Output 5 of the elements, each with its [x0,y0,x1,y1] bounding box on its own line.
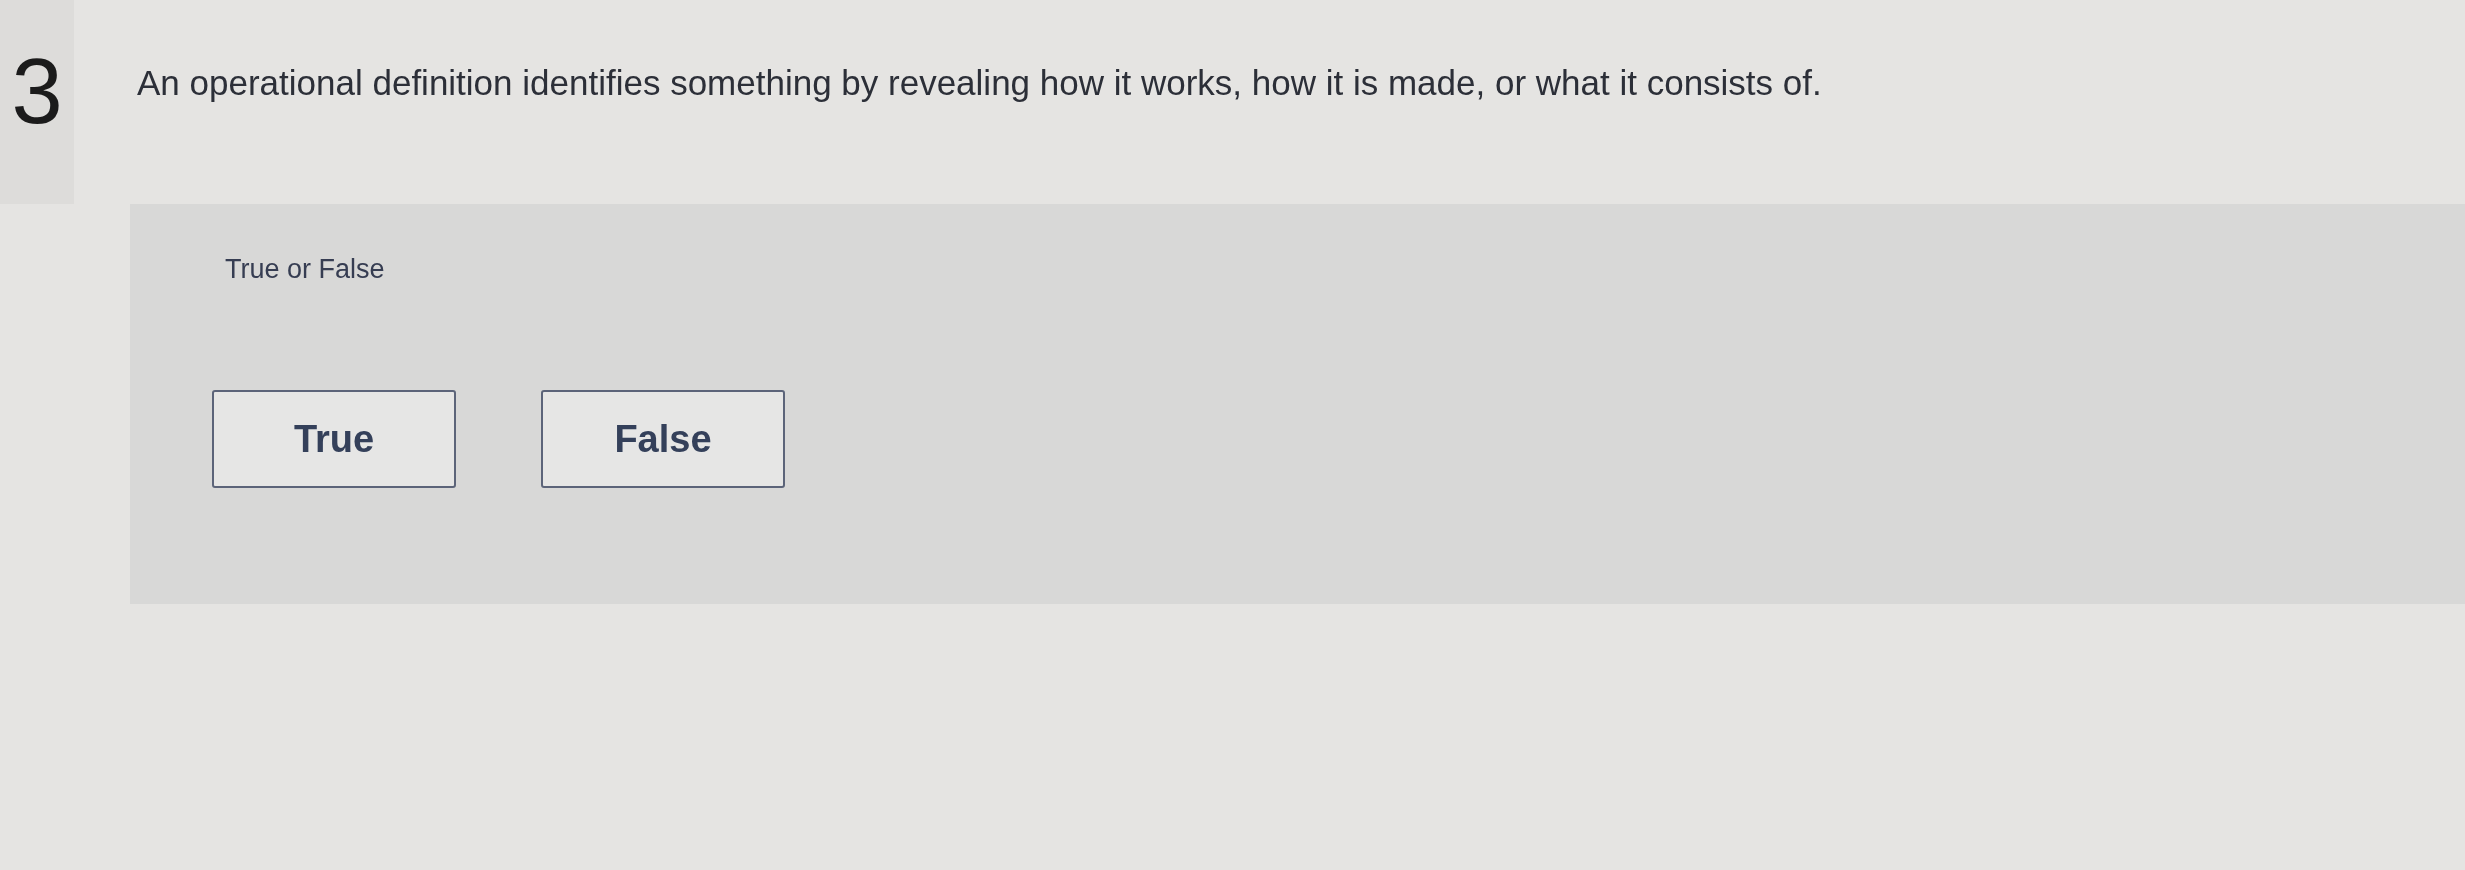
answer-prompt: True or False [225,254,385,285]
answer-option-button[interactable]: True [212,390,456,488]
question-text: An operational definition identifies something by revealing how it works, how it is made, or what it consists of. [137,62,1822,104]
answer-option-button[interactable]: False [541,390,785,488]
question-number: 3 [11,45,63,137]
